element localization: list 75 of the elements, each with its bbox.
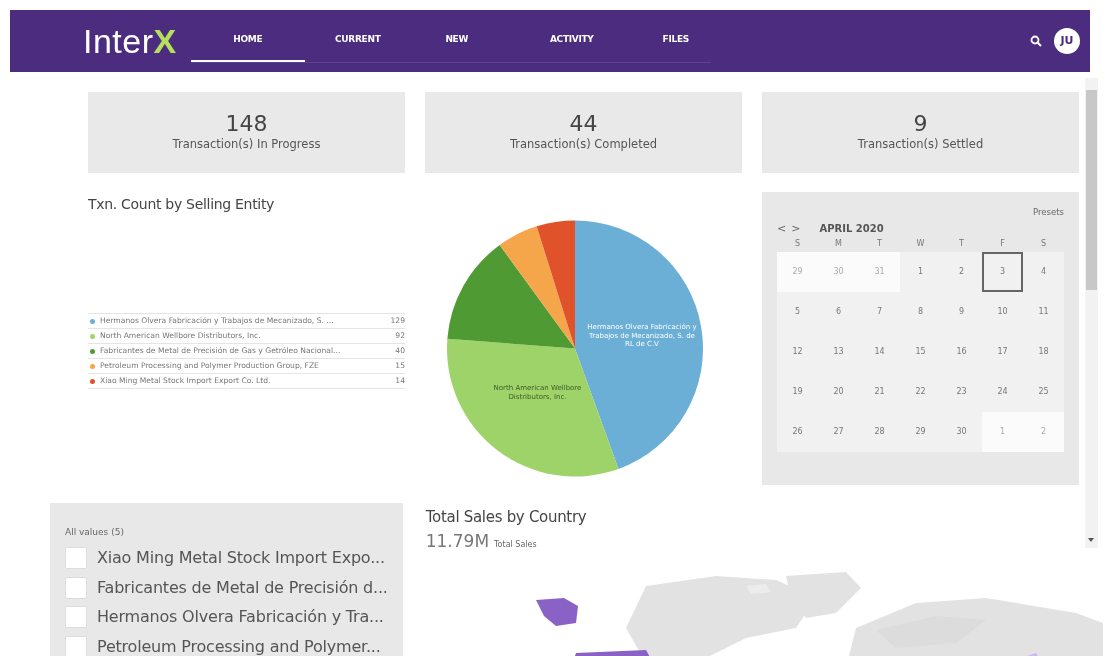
- prev-month-button[interactable]: <: [777, 222, 787, 234]
- calendar-day[interactable]: 29: [900, 411, 941, 452]
- weekday-label: W: [915, 237, 926, 250]
- chart-title: Txn. Count by Selling Entity: [88, 195, 276, 214]
- calendar-day[interactable]: 10: [982, 291, 1023, 332]
- total-label: Total Sales: [494, 538, 537, 551]
- kpi-value: 148: [225, 111, 268, 136]
- calendar-day[interactable]: 26: [777, 411, 818, 452]
- weekday-label: S: [1039, 237, 1048, 250]
- calendar-day[interactable]: 12: [777, 331, 818, 372]
- calendar-day[interactable]: 22: [900, 371, 941, 412]
- scroll-down-icon[interactable]: [1088, 538, 1094, 542]
- calendar-day[interactable]: 28: [859, 411, 900, 452]
- calendar-day[interactable]: 14: [859, 331, 900, 372]
- chart-title: Total Sales by Country: [425, 507, 588, 528]
- presets-link[interactable]: Presets: [777, 206, 1064, 219]
- filter-option[interactable]: Fabricantes de Metal de Precisión d...: [97, 575, 388, 600]
- nav-tab[interactable]: NEW: [410, 32, 503, 63]
- calendar-day[interactable]: 11: [1023, 291, 1064, 332]
- calendar-day[interactable]: 6: [818, 291, 859, 332]
- kpi-value: 44: [569, 111, 598, 136]
- kpi-label: Transaction(s) In Progress: [172, 135, 321, 153]
- checkbox[interactable]: [65, 547, 87, 570]
- calendar-day[interactable]: 20: [818, 371, 859, 412]
- calendar-day[interactable]: 1: [900, 251, 941, 292]
- calendar-day[interactable]: 2: [1023, 411, 1064, 452]
- nav-tab[interactable]: CURRENT: [304, 32, 411, 63]
- calendar-day[interactable]: 18: [1023, 331, 1064, 372]
- calendar-day[interactable]: 1: [982, 411, 1023, 452]
- weekday-label: T: [958, 237, 965, 250]
- weekday-label: S: [793, 237, 802, 250]
- calendar-day[interactable]: 19: [777, 371, 818, 412]
- logo: InterX: [83, 24, 177, 58]
- nav-tab[interactable]: ACTIVITY: [502, 32, 641, 63]
- next-month-button[interactable]: >: [791, 222, 801, 234]
- calendar-day[interactable]: 2: [941, 251, 982, 292]
- weekday-label: M: [834, 237, 843, 250]
- calendar-day[interactable]: 4: [1023, 251, 1064, 292]
- nav-tab[interactable]: FILES: [640, 32, 711, 63]
- kpi-label: Transaction(s) Completed: [509, 135, 658, 153]
- calendar-day[interactable]: 24: [982, 371, 1023, 412]
- calendar-day[interactable]: 16: [941, 331, 982, 372]
- calendar-day[interactable]: 17: [982, 331, 1023, 372]
- weekday-label: F: [999, 237, 1006, 250]
- calendar-day[interactable]: 9: [941, 291, 982, 332]
- calendar-day[interactable]: 13: [818, 331, 859, 372]
- calendar-day[interactable]: 7: [859, 291, 900, 332]
- filter-option[interactable]: Petroleum Processing and Polymer...: [97, 634, 381, 656]
- calendar-day[interactable]: 5: [777, 291, 818, 332]
- checkbox[interactable]: [65, 576, 87, 599]
- scrollbar[interactable]: [1085, 78, 1098, 548]
- calendar-day[interactable]: 30: [818, 251, 859, 292]
- calendar-day[interactable]: 23: [941, 371, 982, 412]
- nav-tab[interactable]: HOME: [190, 32, 305, 63]
- filter-option[interactable]: Hermanos Olvera Fabricación y Tra...: [97, 605, 384, 630]
- calendar-day[interactable]: 30: [941, 411, 982, 452]
- calendar-day[interactable]: 31: [859, 251, 900, 292]
- checkbox[interactable]: [65, 635, 87, 656]
- calendar-day[interactable]: 29: [777, 251, 818, 292]
- filter-heading: All values (5): [65, 526, 125, 539]
- weekday-label: T: [876, 237, 883, 250]
- search-icon[interactable]: [1030, 35, 1042, 47]
- calendar-day[interactable]: 3: [982, 251, 1023, 292]
- kpi-value: 9: [913, 111, 928, 136]
- calendar-day[interactable]: 25: [1023, 371, 1064, 412]
- month-label: APRIL 2020: [819, 221, 884, 236]
- calendar-day[interactable]: 15: [900, 331, 941, 372]
- calendar-day[interactable]: 8: [900, 291, 941, 332]
- user-avatar[interactable]: JU: [1054, 28, 1080, 54]
- checkbox[interactable]: [65, 606, 87, 629]
- filter-option[interactable]: Xiao Ming Metal Stock Import Expo...: [97, 546, 385, 571]
- calendar-day[interactable]: 27: [818, 411, 859, 452]
- total-value: 11.79M: [425, 529, 490, 553]
- calendar-day[interactable]: 21: [859, 371, 900, 412]
- kpi-label: Transaction(s) Settled: [857, 135, 984, 153]
